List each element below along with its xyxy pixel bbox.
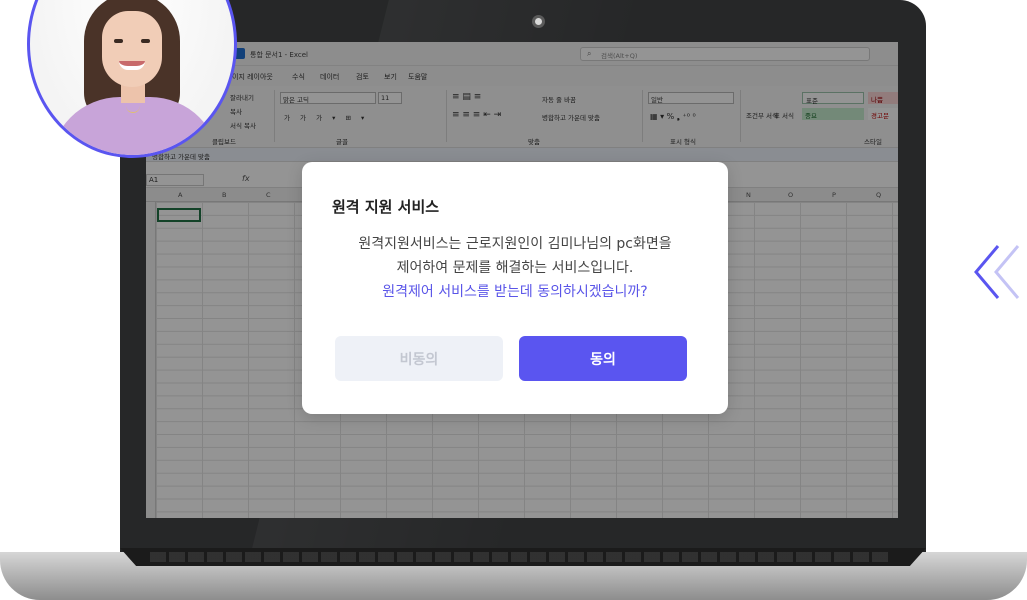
support-worker-avatar <box>27 0 237 158</box>
remote-support-dialog: 원격 지원 서비스 원격지원서비스는 근로지원인이 김미나님의 pc화면을 제어… <box>302 162 728 414</box>
avatar-eye <box>141 39 150 43</box>
consent-question: 원격제어 서비스를 받는데 동의하시겠습니까? <box>382 284 648 300</box>
dialog-body: 원격지원서비스는 근로지원인이 김미나님의 pc화면을 제어하여 문제를 해결하… <box>322 232 708 304</box>
stage: 통합 문서1 - Excel ⌕ 검색(Alt+Q) 이지 레이아웃 수식 데이… <box>0 0 1027 600</box>
avatar-face <box>102 11 162 87</box>
dialog-title: 원격 지원 서비스 <box>332 198 440 216</box>
avatar-eye <box>114 39 123 43</box>
dialog-body-line: 제어하여 문제를 해결하는 서비스입니다. <box>396 260 634 276</box>
webcam-icon <box>532 15 545 28</box>
decline-button[interactable]: 비동의 <box>335 336 503 381</box>
double-chevron-left-icon <box>974 245 1020 299</box>
agree-button[interactable]: 동의 <box>519 336 687 381</box>
dialog-body-line: 원격지원서비스는 근로지원인이 김미나님의 pc화면을 <box>358 236 672 252</box>
keyboard-edge <box>150 552 890 562</box>
